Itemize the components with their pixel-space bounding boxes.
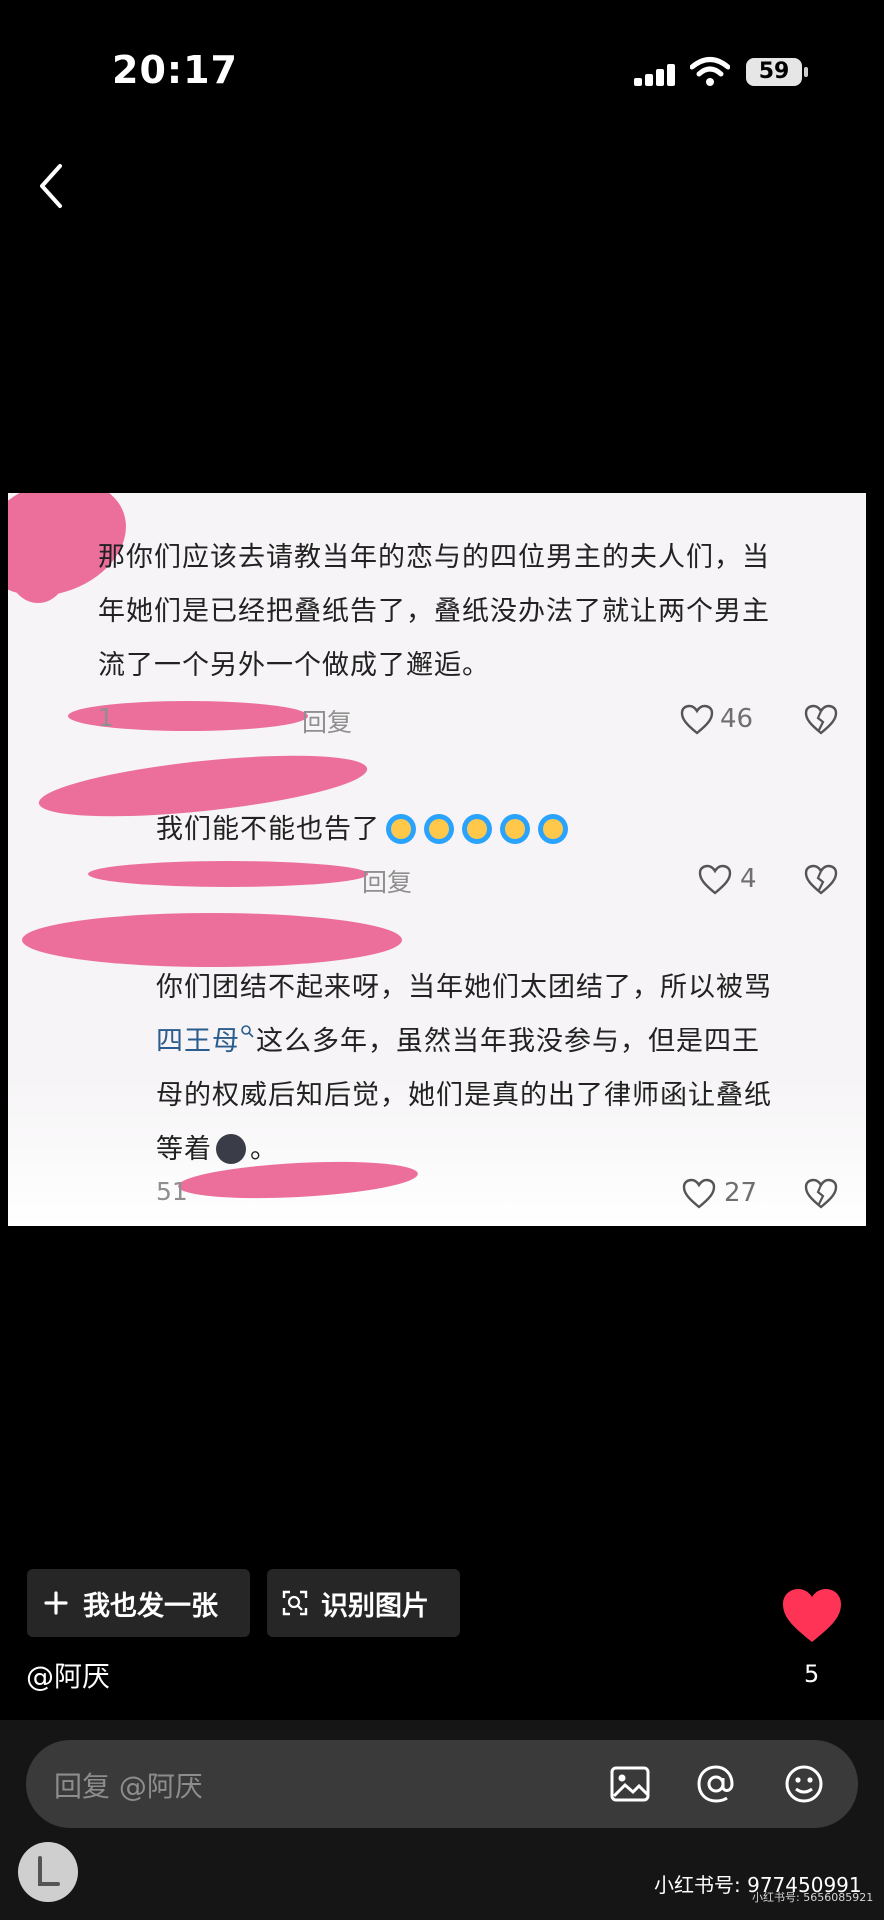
crying-emoji-icon <box>538 814 568 844</box>
reply-link: 回复 <box>302 708 353 737</box>
like-count: 27 <box>724 1178 758 1208</box>
crying-emoji-icon <box>462 814 492 844</box>
image-icon[interactable] <box>608 1762 652 1806</box>
crying-emoji-icon <box>424 814 454 844</box>
comment-text: 那你们应该去请教当年的恋与的四位男主的夫人们，当 年她们是已经把叠纸告了，叠纸没… <box>98 542 770 681</box>
mention-icon[interactable] <box>694 1762 738 1806</box>
status-bar: 20:17 59 <box>0 0 884 140</box>
reply-text: 你们团结不起来呀，当年她们太团结了，所以被骂 四王母 这么多年，虽然当年我没参与，… <box>156 972 772 1165</box>
reply-text: 我们能不能也告了 <box>156 803 576 857</box>
like-heart-icon[interactable] <box>780 1586 844 1646</box>
reply-link: 回复 <box>362 868 413 897</box>
redaction-mark <box>22 913 402 967</box>
topic-link[interactable]: 四王母 <box>156 1026 240 1057</box>
watermark: 小红书号: 5656085921 <box>752 1891 874 1904</box>
back-arrow-icon[interactable] <box>30 158 74 214</box>
reply-placeholder: 回复 @阿厌 <box>54 1770 203 1803</box>
like-count: 4 <box>740 864 757 894</box>
avatar[interactable] <box>18 1842 78 1902</box>
like-heart-icon <box>680 704 714 735</box>
like-count: 5 <box>804 1660 820 1688</box>
broken-heart-icon <box>804 704 838 735</box>
scan-icon <box>282 1590 308 1616</box>
battery-indicator: 59 <box>746 58 808 86</box>
broken-heart-icon <box>804 864 838 895</box>
post-same-button[interactable]: 我也发一张 <box>27 1569 250 1637</box>
author-name[interactable]: @阿厌 <box>26 1655 110 1695</box>
crying-emoji-icon <box>386 814 416 844</box>
status-time: 20:17 <box>112 48 238 92</box>
cellular-signal-icon <box>634 64 676 86</box>
post-image[interactable]: 那你们应该去请教当年的恋与的四位男主的夫人们，当 年她们是已经把叠纸告了，叠纸没… <box>8 493 866 1226</box>
crying-emoji-icon <box>500 814 530 844</box>
emoji-icon[interactable] <box>782 1762 826 1806</box>
wifi-icon <box>690 57 730 86</box>
user-glyph-icon <box>38 1856 60 1886</box>
redaction-mark <box>88 861 368 887</box>
like-heart-icon <box>698 864 732 895</box>
plus-icon <box>44 1591 68 1615</box>
redaction-mark <box>8 533 68 603</box>
dark-face-emoji-icon <box>216 1134 246 1164</box>
like-heart-icon <box>682 1178 716 1209</box>
broken-heart-icon <box>804 1178 838 1209</box>
search-icon <box>241 1025 254 1038</box>
like-count: 46 <box>720 704 754 734</box>
comment-time: 51 <box>156 1177 188 1206</box>
comment-time: 1 <box>98 703 114 732</box>
recognize-image-button[interactable]: 识别图片 <box>267 1569 460 1637</box>
